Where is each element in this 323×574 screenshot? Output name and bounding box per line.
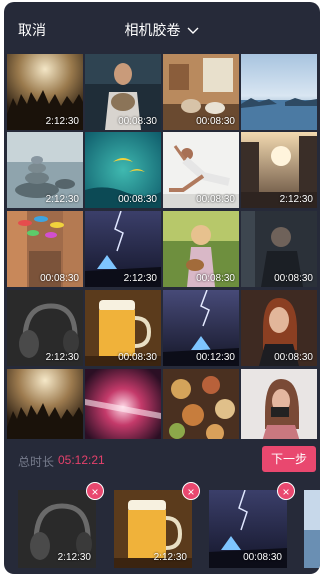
duration-label: 00:08:30 xyxy=(196,116,235,127)
media-thumb-lightning-tent-2[interactable]: 00:12:30 xyxy=(163,290,239,366)
duration-label: 2:12:30 xyxy=(45,352,79,363)
duration-label: 00:08:30 xyxy=(118,352,157,363)
sea-sunset-image xyxy=(304,490,320,568)
media-thumb-man-dark[interactable]: 00:08:30 xyxy=(241,211,317,287)
media-thumb-yoga-woman[interactable]: 00:08:30 xyxy=(163,132,239,208)
media-thumb-beer-mug[interactable]: 00:08:30 xyxy=(85,290,161,366)
album-selector[interactable]: 相机胶卷 xyxy=(4,20,320,40)
food-table-image xyxy=(163,369,239,439)
remove-icon[interactable]: × xyxy=(182,482,200,500)
selection-summary-bar: 总时长 05:12:21 下一步 xyxy=(4,442,320,478)
media-thumb-city-street-sunset[interactable]: 2:12:30 xyxy=(241,132,317,208)
duration-label: 2:12:30 xyxy=(123,273,157,284)
media-thumb-stone-stack-river[interactable]: 2:12:30 xyxy=(7,132,83,208)
media-thumb-woman-portrait[interactable]: 00:08:30 xyxy=(241,290,317,366)
media-grid: 2:12:30 00:08:30 00:08:30 2:12:30 00:08:… xyxy=(7,54,318,439)
selected-item-headphones-bw[interactable]: 2:12:30 × xyxy=(18,482,104,568)
fire-lights-image xyxy=(85,369,161,439)
duration-label: 00:08:30 xyxy=(196,273,235,284)
media-thumb-umbrellas-street[interactable]: 00:08:30 xyxy=(7,211,83,287)
media-thumb-fire-lights[interactable] xyxy=(85,369,161,439)
chevron-down-icon xyxy=(187,27,199,35)
selected-media-strip[interactable]: 2:12:30 × 2:12:30 × 00:08:30 × xyxy=(4,480,320,574)
media-thumb-sea-sunset[interactable] xyxy=(241,54,317,130)
total-duration-label: 总时长 xyxy=(18,455,55,469)
duration-label: 00:08:30 xyxy=(40,273,79,284)
media-thumb-paragliders-ocean[interactable]: 00:08:30 xyxy=(85,132,161,208)
duration-label: 00:08:30 xyxy=(196,194,235,205)
next-step-button[interactable]: 下一步 xyxy=(262,446,316,472)
media-thumb-lightning-tent[interactable]: 2:12:30 xyxy=(85,211,161,287)
top-bar: 取消 相机胶卷 xyxy=(4,2,320,52)
duration-label: 00:08:30 xyxy=(274,352,313,363)
media-thumb-concert-crowd-2[interactable] xyxy=(7,369,83,439)
concert-crowd-2-image xyxy=(7,369,83,439)
total-duration-value: 05:12:21 xyxy=(58,453,105,467)
selected-item-partial[interactable] xyxy=(304,490,320,568)
duration-label: 2:12:30 xyxy=(153,552,187,563)
sea-sunset-image xyxy=(241,54,317,130)
media-thumb-room-interior[interactable]: 00:08:30 xyxy=(163,54,239,130)
media-thumb-food-table[interactable] xyxy=(163,369,239,439)
media-thumb-man-with-animal[interactable]: 00:08:30 xyxy=(85,54,161,130)
duration-label: 2:12:30 xyxy=(45,194,79,205)
selected-item-beer-mug[interactable]: 2:12:30 × xyxy=(114,482,200,568)
album-title: 相机胶卷 xyxy=(124,22,181,38)
media-thumb-concert-crowd[interactable]: 2:12:30 xyxy=(7,54,83,130)
remove-icon[interactable]: × xyxy=(277,482,295,500)
selected-item-lightning-tent[interactable]: 00:08:30 × xyxy=(209,482,295,568)
duration-label: 00:08:30 xyxy=(118,194,157,205)
phone-screen: 取消 相机胶卷 2:12:30 00:08:30 00:08:30 2:12:3… xyxy=(4,2,320,574)
duration-label: 2:12:30 xyxy=(279,194,313,205)
duration-label: 00:12:30 xyxy=(196,352,235,363)
duration-label: 2:12:30 xyxy=(45,116,79,127)
duration-label: 2:12:30 xyxy=(57,552,91,563)
media-thumb-girl-ukulele[interactable]: 00:08:30 xyxy=(163,211,239,287)
duration-label: 00:08:30 xyxy=(243,552,282,563)
girl-camera-image xyxy=(241,369,317,439)
selected-thumbnail xyxy=(304,490,320,568)
media-thumb-headphones-bw[interactable]: 2:12:30 xyxy=(7,290,83,366)
duration-label: 00:08:30 xyxy=(274,273,313,284)
media-thumb-girl-camera[interactable] xyxy=(241,369,317,439)
remove-icon[interactable]: × xyxy=(86,482,104,500)
duration-label: 00:08:30 xyxy=(118,116,157,127)
